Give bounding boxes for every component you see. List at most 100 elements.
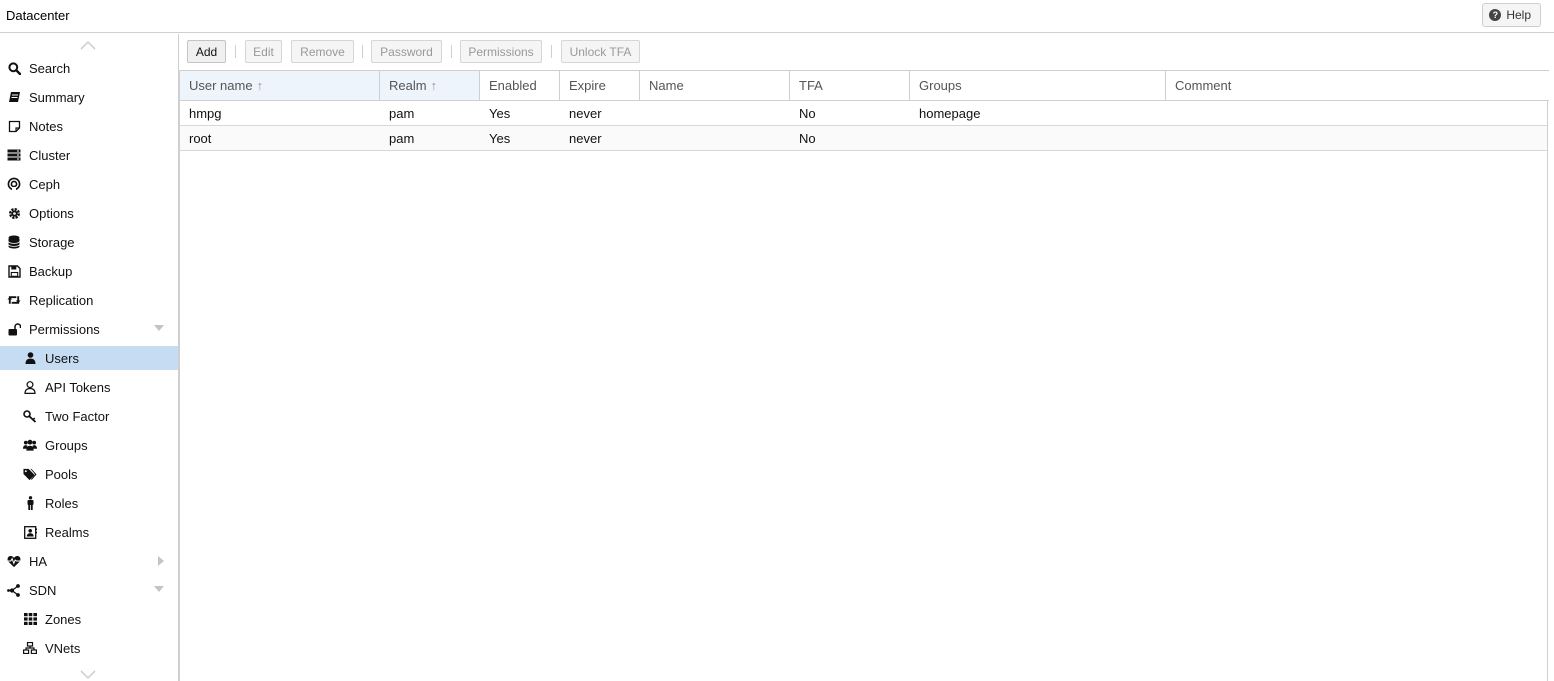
cell-user-name: root — [189, 130, 212, 146]
column-header-comment[interactable]: Comment — [1166, 71, 1547, 100]
cell-enabled: Yes — [489, 130, 511, 146]
sidebar-item-zones[interactable]: Zones — [0, 607, 178, 631]
cell-name — [640, 126, 649, 150]
sidebar-item-label: Options — [29, 205, 74, 221]
sidebar-item-groups[interactable]: Groups — [0, 433, 178, 457]
cell-groups — [910, 126, 919, 150]
chevron-down-icon[interactable] — [154, 586, 164, 592]
sidebar-item-two-factor[interactable]: Two Factor — [0, 404, 178, 428]
book-icon — [7, 90, 21, 104]
heartbeat-icon — [7, 554, 21, 568]
sdn-icon — [7, 583, 21, 597]
column-header-user-name[interactable]: User name ↑ — [180, 71, 380, 100]
sidebar-item-label: Pools — [45, 466, 78, 482]
column-header-realm[interactable]: Realm ↑ — [380, 71, 480, 100]
sidebar-item-pools[interactable]: Pools — [0, 462, 178, 486]
retweet-icon — [7, 293, 21, 307]
toolbar: Add Edit Remove Password Permissions Unl… — [179, 34, 1548, 70]
help-button-label: Help — [1506, 8, 1531, 22]
cell-groups: homepage — [919, 105, 981, 121]
cell-tfa: No — [799, 130, 816, 146]
sidebar: Search Summary Notes Cluster Ceph Option… — [0, 34, 179, 681]
cell-user-name: hmpg — [189, 105, 222, 121]
male-icon — [23, 496, 37, 510]
remove-button[interactable]: Remove — [291, 40, 354, 63]
sidebar-item-notes[interactable]: Notes — [0, 114, 178, 138]
sidebar-item-backup[interactable]: Backup — [0, 259, 178, 283]
key-icon — [23, 409, 37, 423]
sidebar-item-label: Users — [45, 350, 79, 366]
address-book-icon — [23, 525, 37, 539]
cell-expire: never — [569, 130, 602, 146]
sidebar-item-storage[interactable]: Storage — [0, 230, 178, 254]
column-header-tfa[interactable]: TFA — [790, 71, 910, 100]
notes-icon — [7, 119, 21, 133]
sidebar-item-label: Summary — [29, 89, 85, 105]
sidebar-item-search[interactable]: Search — [0, 56, 178, 80]
add-button[interactable]: Add — [187, 40, 226, 63]
sidebar-item-label: API Tokens — [45, 379, 111, 395]
column-header-groups[interactable]: Groups — [910, 71, 1166, 100]
cell-realm: pam — [389, 130, 415, 146]
sidebar-item-replication[interactable]: Replication — [0, 288, 178, 312]
sidebar-item-label: VNets — [45, 640, 81, 656]
toolbar-separator — [451, 45, 452, 58]
sidebar-item-api-tokens[interactable]: API Tokens — [0, 375, 178, 399]
unlock-icon — [7, 322, 21, 336]
edit-button[interactable]: Edit — [245, 40, 282, 63]
sidebar-item-label: Permissions — [29, 321, 100, 337]
unlock-tfa-button[interactable]: Unlock TFA — [561, 40, 640, 63]
tags-icon — [23, 467, 37, 481]
chevron-down-icon[interactable] — [154, 325, 164, 331]
server-icon — [7, 148, 21, 162]
sidebar-item-permissions[interactable]: Permissions — [0, 317, 178, 341]
sidebar-item-label: Search — [29, 60, 71, 76]
sidebar-item-label: Cluster — [29, 147, 71, 163]
users-grid: User name ↑ Realm ↑ Enabled Expire Name TF… — [179, 70, 1549, 681]
column-header-expire[interactable]: Expire — [560, 71, 640, 100]
table-row[interactable]: root pam Yes never No — [180, 126, 1547, 151]
th-icon — [23, 612, 37, 626]
toolbar-separator — [362, 45, 363, 58]
cell-tfa: No — [799, 105, 816, 121]
cell-name — [640, 101, 649, 125]
gear-icon — [7, 206, 21, 220]
sidebar-item-label: Groups — [45, 437, 88, 453]
database-icon — [7, 235, 21, 249]
sidebar-item-label: Realms — [45, 524, 90, 540]
sidebar-item-users[interactable]: Users — [0, 346, 178, 370]
scroll-down-icon[interactable] — [80, 670, 96, 680]
search-icon — [7, 61, 21, 75]
sidebar-item-realms[interactable]: Realms — [0, 520, 178, 544]
sidebar-item-ha[interactable]: HA — [0, 549, 178, 573]
column-header-name[interactable]: Name — [640, 71, 790, 100]
grid-header: User name ↑ Realm ↑ Enabled Expire Name TF… — [180, 70, 1549, 101]
sidebar-item-options[interactable]: Options — [0, 201, 178, 225]
help-button[interactable]: ? Help — [1482, 3, 1541, 27]
sidebar-item-label: Zones — [45, 611, 82, 627]
cell-expire: never — [569, 105, 602, 121]
toolbar-separator — [551, 45, 552, 58]
sidebar-item-summary[interactable]: Summary — [0, 85, 178, 109]
cell-comment — [1166, 101, 1175, 125]
sidebar-item-ceph[interactable]: Ceph — [0, 172, 178, 196]
sidebar-item-label: Two Factor — [45, 408, 110, 424]
scroll-up-icon[interactable] — [80, 40, 96, 50]
column-header-enabled[interactable]: Enabled — [480, 71, 560, 100]
permissions-button[interactable]: Permissions — [460, 40, 542, 63]
sidebar-item-vnets[interactable]: VNets — [0, 636, 178, 660]
toolbar-separator — [235, 45, 236, 58]
page-title: Datacenter — [6, 8, 70, 23]
sidebar-item-roles[interactable]: Roles — [0, 491, 178, 515]
sidebar-item-sdn[interactable]: SDN — [0, 578, 178, 602]
sidebar-item-label: Replication — [29, 292, 94, 308]
table-row[interactable]: hmpg pam Yes never No homepage — [180, 101, 1547, 126]
chevron-right-icon[interactable] — [158, 556, 164, 566]
sidebar-item-cluster[interactable]: Cluster — [0, 143, 178, 167]
user-icon — [23, 351, 37, 365]
sitemap-icon — [23, 641, 37, 655]
sort-ascending-icon: ↑ — [430, 78, 438, 93]
password-button[interactable]: Password — [371, 40, 442, 63]
cell-enabled: Yes — [489, 105, 511, 121]
sidebar-item-label: Ceph — [29, 176, 61, 192]
